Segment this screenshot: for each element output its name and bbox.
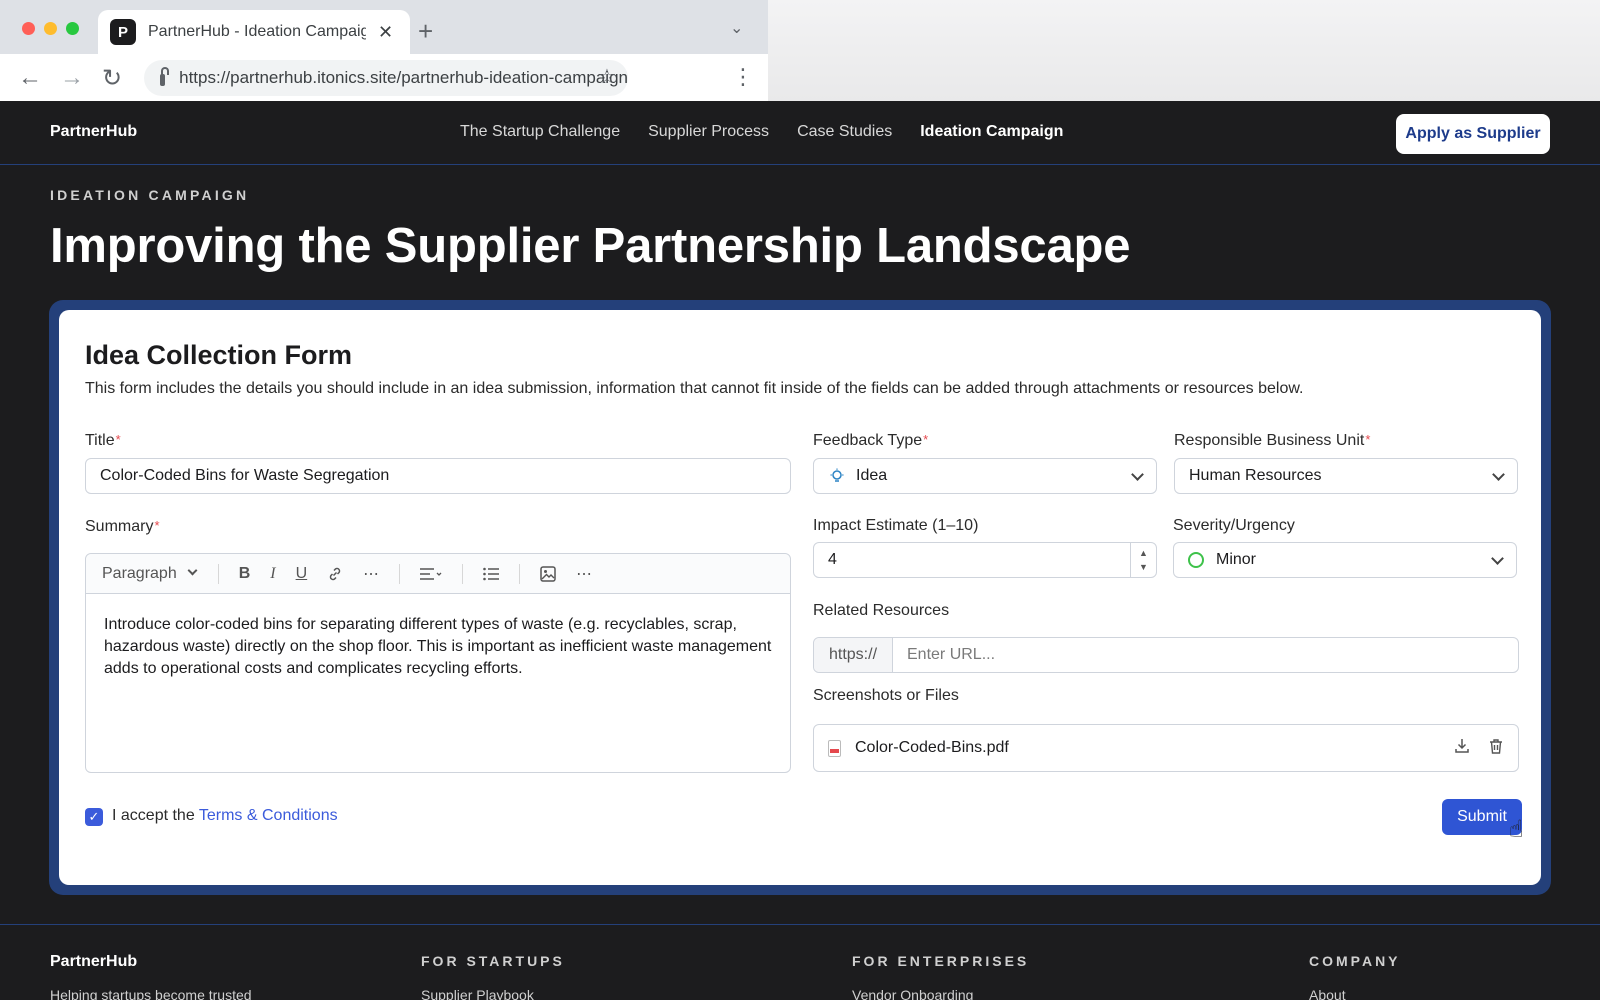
- brand-logo[interactable]: PartnerHub: [50, 123, 137, 141]
- increment-icon[interactable]: ▲: [1139, 546, 1148, 560]
- title-input[interactable]: Color-Coded Bins for Waste Segregation: [85, 458, 791, 494]
- summary-text[interactable]: Introduce color-coded bins for separatin…: [86, 594, 790, 700]
- more-insert-icon[interactable]: ⋯: [576, 564, 592, 584]
- forward-arrow-icon[interactable]: →: [60, 64, 84, 92]
- lock-icon: [160, 67, 170, 86]
- close-window-button[interactable]: [22, 22, 35, 35]
- business-unit-select[interactable]: Human Resources: [1174, 458, 1518, 494]
- title-label: Title*: [85, 432, 121, 449]
- link-icon[interactable]: [327, 566, 343, 582]
- business-unit-label: Responsible Business Unit*: [1174, 432, 1371, 449]
- bold-icon[interactable]: B: [239, 565, 251, 583]
- terms-label: I accept the Terms & Conditions: [112, 807, 338, 824]
- nav-case-studies[interactable]: Case Studies: [797, 123, 892, 141]
- footer-link-supplier-playbook[interactable]: Supplier Playbook: [421, 987, 534, 1000]
- section-eyebrow: IDEATION CAMPAIGN: [50, 187, 250, 203]
- nav-startup-challenge[interactable]: The Startup Challenge: [460, 123, 620, 141]
- tab-close-icon[interactable]: ✕: [378, 22, 393, 43]
- back-arrow-icon[interactable]: ←: [18, 64, 42, 92]
- nav-ideation-campaign[interactable]: Ideation Campaign: [920, 123, 1063, 141]
- footer-link-vendor-onboarding[interactable]: Vendor Onboarding: [852, 987, 973, 1000]
- tab-title: PartnerHub - Ideation Campaign: [148, 23, 366, 40]
- minimize-window-button[interactable]: [44, 22, 57, 35]
- editor-toolbar: Paragraph B I U ⋯ ⋯: [86, 554, 790, 594]
- trash-icon[interactable]: [1488, 738, 1504, 759]
- chevron-down-icon: [1492, 468, 1505, 481]
- files-label: Screenshots or Files: [813, 687, 959, 704]
- decrement-icon[interactable]: ▼: [1139, 560, 1148, 574]
- bookmark-star-icon[interactable]: ☆: [598, 64, 616, 89]
- form-title: Idea Collection Form: [85, 340, 353, 370]
- nav-supplier-process[interactable]: Supplier Process: [648, 123, 769, 141]
- align-icon[interactable]: [420, 567, 442, 581]
- file-name[interactable]: Color-Coded-Bins.pdf: [855, 739, 1436, 757]
- terms-link[interactable]: Terms & Conditions: [199, 807, 338, 824]
- toolbar-divider: [519, 563, 521, 584]
- form-description: This form includes the details you shoul…: [85, 380, 1304, 397]
- attached-file: Color-Coded-Bins.pdf: [813, 724, 1519, 772]
- browser-menu-icon[interactable]: ⋮: [732, 64, 754, 90]
- site-footer: PartnerHub Helping startups become trust…: [0, 924, 1600, 1000]
- footer-tagline: Helping startups become trusted: [50, 987, 252, 1000]
- number-stepper[interactable]: ▲ ▼: [1130, 543, 1156, 577]
- address-bar[interactable]: https://partnerhub.itonics.site/partnerh…: [144, 60, 628, 96]
- impact-estimate-label: Impact Estimate (1–10): [813, 517, 979, 534]
- footer-heading-enterprises: FOR ENTERPRISES: [852, 953, 1030, 969]
- browser-toolbar: ← → ↻ https://partnerhub.itonics.site/pa…: [0, 54, 768, 101]
- italic-icon[interactable]: I: [270, 565, 275, 583]
- url-text: https://partnerhub.itonics.site/partnerh…: [179, 68, 628, 87]
- severity-label: Severity/Urgency: [1173, 517, 1295, 534]
- page-title: Improving the Supplier Partnership Lands…: [50, 219, 1131, 273]
- more-formatting-icon[interactable]: ⋯: [363, 564, 379, 584]
- download-icon[interactable]: [1454, 738, 1470, 759]
- footer-link-about[interactable]: About: [1309, 987, 1346, 1000]
- feedback-type-select[interactable]: Idea: [813, 458, 1157, 494]
- site-header: PartnerHub The Startup Challenge Supplie…: [0, 101, 1600, 165]
- toolbar-divider: [217, 563, 219, 584]
- status-circle-icon: [1188, 552, 1204, 568]
- feedback-type-label: Feedback Type*: [813, 432, 929, 449]
- blurred-backdrop: [768, 0, 1600, 101]
- url-prefix: https://: [814, 638, 893, 672]
- chevron-down-icon: [1131, 468, 1144, 481]
- maximize-window-button[interactable]: [66, 22, 79, 35]
- idea-form-card: Idea Collection Form This form includes …: [59, 310, 1541, 885]
- reload-icon[interactable]: ↻: [102, 64, 122, 93]
- summary-label: Summary*: [85, 518, 160, 535]
- tab-list-chevron-icon[interactable]: ⌄: [730, 18, 743, 38]
- related-resources-label: Related Resources: [813, 602, 950, 619]
- insert-image-icon[interactable]: [540, 565, 556, 582]
- footer-heading-startups: FOR STARTUPS: [421, 953, 565, 969]
- apply-as-supplier-button[interactable]: Apply as Supplier: [1396, 114, 1550, 154]
- severity-select[interactable]: Minor: [1173, 542, 1517, 578]
- summary-editor: Paragraph B I U ⋯ ⋯ Introduce color-code…: [85, 553, 791, 773]
- lightbulb-icon: [828, 467, 846, 485]
- bulleted-list-icon[interactable]: [483, 567, 500, 581]
- underline-icon[interactable]: U: [296, 565, 308, 583]
- hand-pointer-cursor-icon: ☝: [1509, 816, 1524, 843]
- resource-url-input[interactable]: Enter URL...: [893, 638, 1518, 672]
- terms-checkbox[interactable]: ✓: [85, 808, 103, 826]
- toolbar-divider: [399, 563, 401, 584]
- impact-estimate-input[interactable]: 4 ▲ ▼: [813, 542, 1157, 578]
- browser-tab[interactable]: P PartnerHub - Ideation Campaign ✕: [98, 10, 410, 54]
- paragraph-style-select[interactable]: Paragraph: [102, 565, 198, 583]
- main-nav: The Startup Challenge Supplier Process C…: [460, 123, 1063, 141]
- footer-brand: PartnerHub: [50, 953, 138, 970]
- new-tab-icon[interactable]: +: [418, 16, 433, 47]
- pdf-file-icon: [828, 739, 841, 757]
- footer-heading-company: COMPANY: [1309, 953, 1401, 969]
- chevron-down-icon: [1491, 552, 1504, 565]
- resource-url-group: https:// Enter URL...: [813, 637, 1519, 673]
- favicon-icon: P: [110, 19, 136, 45]
- toolbar-divider: [462, 563, 464, 584]
